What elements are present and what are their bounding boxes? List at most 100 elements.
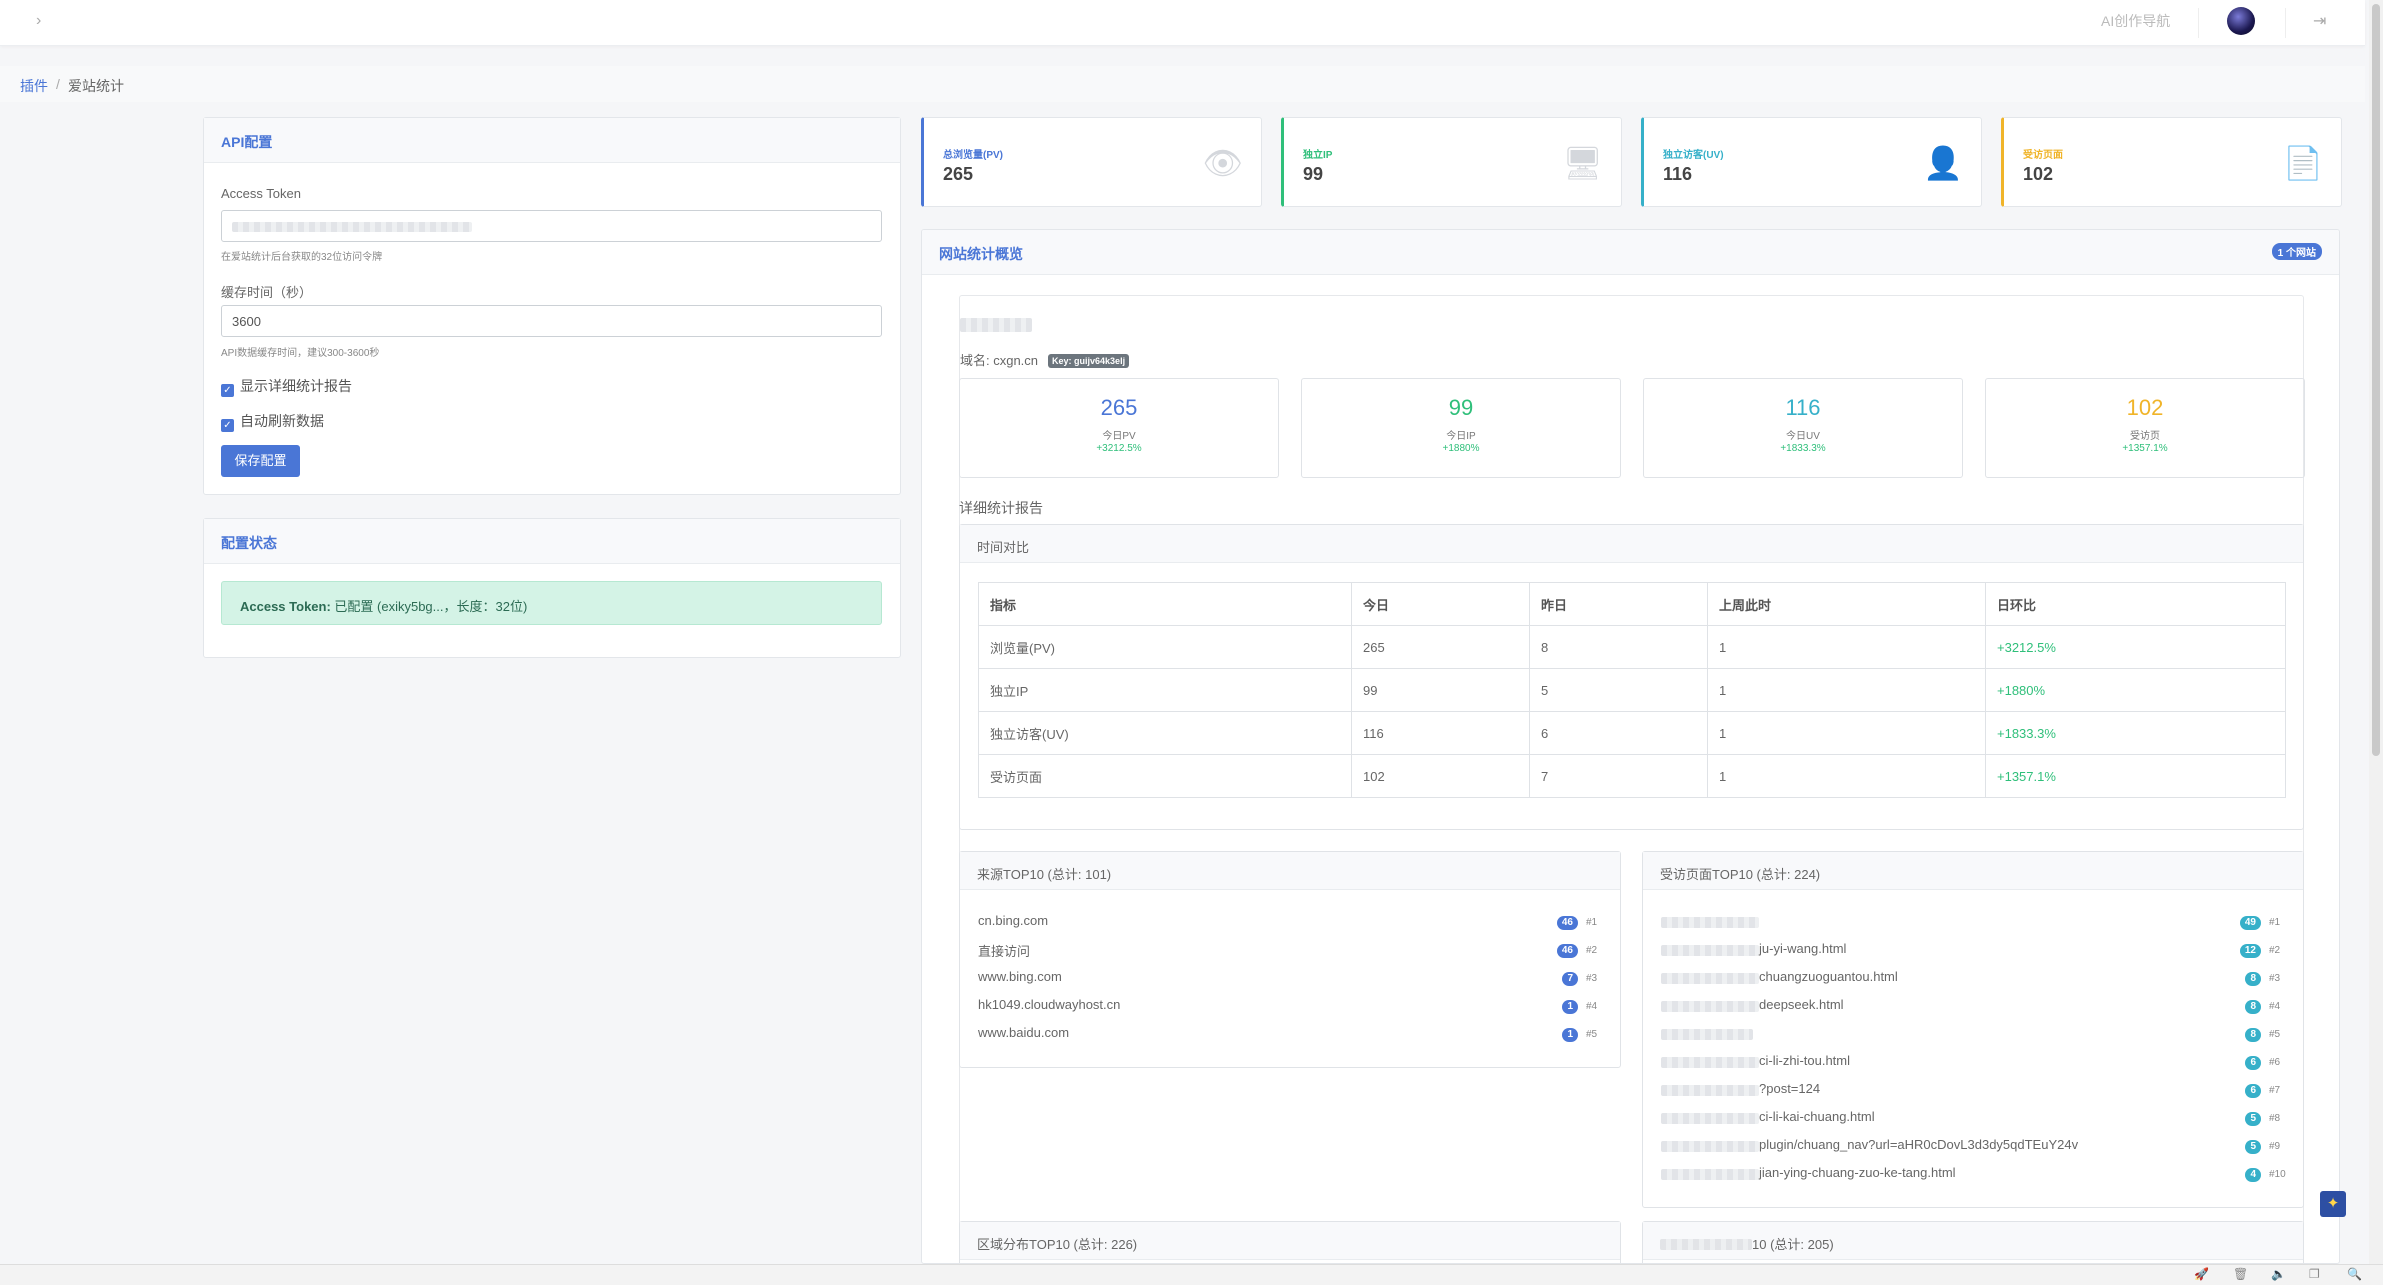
metric-label: 今日PV <box>1102 431 1136 442</box>
cache-input[interactable]: 3600 <box>221 305 882 337</box>
scrollbar[interactable] <box>2369 0 2383 1264</box>
count-badge: 8 <box>2245 1000 2261 1014</box>
table-cell: 独立访客(UV) <box>978 711 1352 755</box>
compare-table: 指标 今日 昨日 上周此时 日环比 浏览量(PV) 265 8 1 +3212.… <box>978 582 2286 798</box>
cache-hint: API数据缓存时间，建议300-3600秒 <box>221 348 380 359</box>
table-cell: 7 <box>1529 754 1708 798</box>
table-row: 受访页面 102 7 1 +1357.1% <box>978 754 2286 798</box>
detail-report-title: 详细统计报告 <box>959 500 1043 516</box>
metric-value: 116 <box>1785 395 1821 420</box>
rank: #1 <box>1586 917 1598 928</box>
metric-value: 102 <box>2126 395 2164 420</box>
masked-url <box>1661 1141 1759 1152</box>
table-cell: 99 <box>1351 668 1530 712</box>
source-name: cn.bing.com <box>978 913 1049 928</box>
assistant-icon[interactable]: ✦ <box>2320 1191 2346 1217</box>
stat-title: 总浏览量(PV) <box>943 150 1003 161</box>
site-count-badge: 1 个网站 <box>2271 243 2322 260</box>
list-item: jian-ying-chuang-zuo-ke-tang.html 4 #10 <box>1661 1165 2286 1185</box>
list-item: ci-li-kai-chuang.html 5 #8 <box>1661 1109 2285 1129</box>
breadcrumb-separator: / <box>56 76 60 92</box>
token-input[interactable] <box>221 210 882 242</box>
table-cell: 1 <box>1707 668 1986 712</box>
pages-panel: 受访页面TOP10 (总计: 224) 49 #1 ju-yi-wang.html… <box>1642 851 2304 1208</box>
list-item: hk1049.cloudwayhost.cn 1 #4 <box>978 997 1602 1017</box>
metric-ip: 99 今日IP +1880% <box>1301 378 1621 478</box>
table-cell: 102 <box>1351 754 1530 798</box>
breadcrumb-current: 爱站统计 <box>68 78 124 94</box>
stat-title: 独立访客(UV) <box>1663 150 1724 161</box>
sound-icon[interactable]: 🔈 <box>2271 1267 2286 1281</box>
list-item: 49 #1 <box>1661 913 2285 933</box>
table-cell: +3212.5% <box>1985 625 2286 669</box>
page-url: ju-yi-wang.html <box>1759 941 1847 956</box>
avatar[interactable] <box>2227 7 2255 35</box>
token-hint: 在爱站统计后台获取的32位访问令牌 <box>221 252 383 263</box>
rocket-icon[interactable]: 🚀 <box>2194 1267 2209 1281</box>
eye-icon: 👁 <box>1202 145 1243 181</box>
metric-pages: 102 受访页 +1357.1% <box>1985 378 2305 478</box>
table-row: 浏览量(PV) 265 8 1 +3212.5% <box>978 625 2286 669</box>
table-row: 独立访客(UV) 116 6 1 +1833.3% <box>978 711 2286 755</box>
time-compare-title: 时间对比 <box>960 525 2303 563</box>
stat-card-ip: 独立IP 99 🖥 <box>1281 117 1622 207</box>
auto-refresh-checkbox[interactable]: ✓ 自动刷新数据 <box>221 411 324 432</box>
metric-uv: 116 今日UV +1833.3% <box>1643 378 1963 478</box>
list-item: 直接访问 46 #2 <box>978 941 1602 961</box>
count-badge: 1 <box>1562 1000 1578 1014</box>
trash-icon[interactable]: 🗑 <box>2233 1267 2248 1281</box>
status-bar: 🚀 🗑 🔈 ❐ 🔍 <box>0 1264 2383 1285</box>
table-cell: +1880% <box>1985 668 2286 712</box>
other-panel: 10 (总计: 205) <box>1642 1221 2304 1263</box>
rank: #8 <box>2269 1113 2281 1124</box>
chevron-right-icon[interactable]: › <box>36 12 41 30</box>
site-name-masked <box>960 318 1032 332</box>
masked-token <box>232 222 472 232</box>
stat-card-pages: 受访页面 102 📄 <box>2001 117 2342 207</box>
count-badge: 46 <box>1556 944 1578 958</box>
logout-icon[interactable]: ⇥ <box>2313 11 2326 31</box>
table-cell: 受访页面 <box>978 754 1352 798</box>
region-panel: 区域分布TOP10 (总计: 226) <box>959 1221 1621 1263</box>
table-cell: 浏览量(PV) <box>978 625 1352 669</box>
list-item: www.baidu.com 1 #5 <box>978 1025 1602 1045</box>
show-detail-checkbox[interactable]: ✓ 显示详细统计报告 <box>221 376 352 397</box>
token-status-label: Access Token: <box>240 599 331 614</box>
stat-value: 265 <box>943 164 974 184</box>
token-label: Access Token <box>221 186 301 201</box>
masked-url <box>1661 1001 1759 1012</box>
count-badge: 4 <box>2245 1168 2261 1182</box>
stat-value: 116 <box>1663 164 1693 184</box>
window-icon[interactable]: ❐ <box>2309 1267 2320 1281</box>
time-compare-panel: 时间对比 指标 今日 昨日 上周此时 日环比 浏览量(PV) 265 8 1 +… <box>959 524 2304 830</box>
table-row: 独立IP 99 5 1 +1880% <box>978 668 2286 712</box>
list-item: plugin/chuang_nav?url=aHR0cDovL3d3dy5qdT… <box>1661 1137 2285 1157</box>
top-bar: › AI创作导航 ⇥ <box>0 0 2365 46</box>
breadcrumb-parent[interactable]: 插件 <box>20 76 48 96</box>
monitor-icon: 🖥 <box>1562 145 1603 181</box>
search-icon[interactable]: 🔍 <box>2347 1267 2362 1281</box>
overview-card: 网站统计概览 1 个网站 域名: cxgn.cn Key: guijv64k3elj… <box>921 229 2340 1264</box>
list-item: ?post=124 6 #7 <box>1661 1081 2285 1101</box>
rank: #3 <box>1586 973 1598 984</box>
check-icon: ✓ <box>221 419 234 432</box>
api-config-card: API配置 Access Token 在爱站统计后台获取的32位访问令牌 缓存时… <box>203 117 901 495</box>
ai-nav-link[interactable]: AI创作导航 <box>2101 11 2170 31</box>
metric-label: 今日IP <box>1446 431 1476 442</box>
rank: #9 <box>2269 1141 2281 1152</box>
metric-change: +1880% <box>1442 443 1480 454</box>
table-cell: 独立IP <box>978 668 1352 712</box>
overview-title: 网站统计概览 1 个网站 <box>922 230 2339 275</box>
page-url: ?post=124 <box>1759 1081 1821 1096</box>
count-badge: 6 <box>2245 1084 2261 1098</box>
file-icon: 📄 <box>2283 145 2323 181</box>
stat-card-uv: 独立访客(UV) 116 👤 <box>1641 117 1982 207</box>
metric-change: +1833.3% <box>1780 443 1826 454</box>
save-button[interactable]: 保存配置 <box>221 445 300 477</box>
count-badge: 49 <box>2239 916 2261 930</box>
stat-card-pv: 总浏览量(PV) 265 👁 <box>921 117 1262 207</box>
count-badge: 8 <box>2245 1028 2261 1042</box>
list-item: ci-li-zhi-tou.html 6 #6 <box>1661 1053 2285 1073</box>
scrollbar-thumb[interactable] <box>2372 4 2380 756</box>
metric-change: +3212.5% <box>1096 443 1142 454</box>
